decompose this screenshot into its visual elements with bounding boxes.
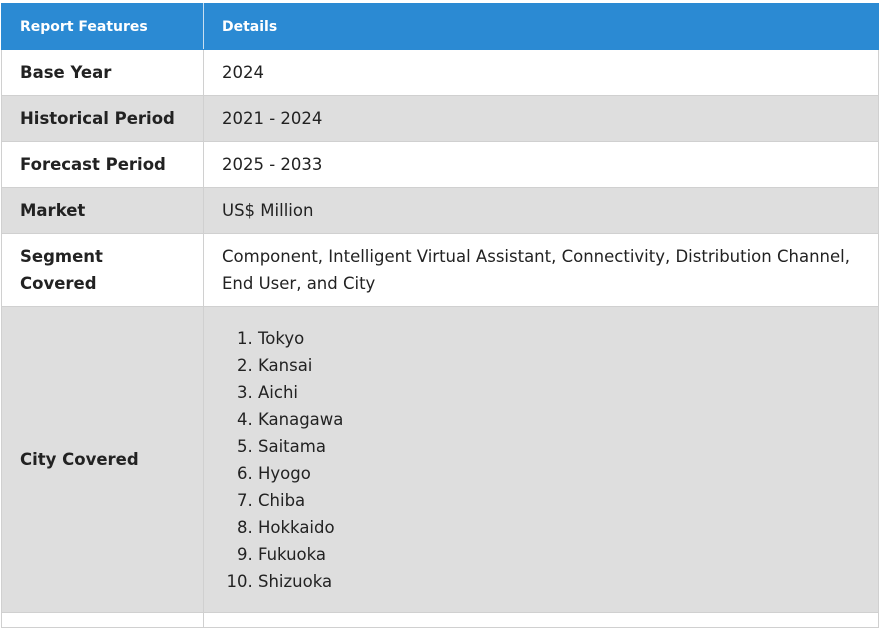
- list-item: Kanagawa: [258, 406, 860, 433]
- list-item: Shizuoka: [258, 568, 860, 595]
- list-item: Fukuoka: [258, 541, 860, 568]
- feature-cell: Forecast Period: [1, 141, 204, 188]
- report-features-table: Report Features Details Base Year 2024 H…: [1, 3, 879, 628]
- details-cell: US$ Million: [203, 187, 879, 234]
- feature-cell: Market: [1, 187, 204, 234]
- feature-cell: Segment Covered: [1, 233, 204, 307]
- table-row-city-covered: City Covered Tokyo Kansai Aichi Kanagawa…: [1, 306, 879, 613]
- table-row-forecast-period: Forecast Period 2025 - 2033: [1, 141, 879, 188]
- table-row-partial: [1, 612, 879, 628]
- feature-cell: City Covered: [1, 306, 204, 613]
- table-header-row: Report Features Details: [1, 3, 879, 50]
- list-item: Kansai: [258, 352, 860, 379]
- details-cell: [203, 612, 879, 628]
- list-item: Chiba: [258, 487, 860, 514]
- list-item: Hyogo: [258, 460, 860, 487]
- city-list: Tokyo Kansai Aichi Kanagawa Saitama Hyog…: [222, 325, 860, 595]
- feature-cell: Historical Period: [1, 95, 204, 142]
- details-cell: Component, Intelligent Virtual Assistant…: [203, 233, 879, 307]
- list-item: Hokkaido: [258, 514, 860, 541]
- feature-cell: Base Year: [1, 49, 204, 96]
- table-row-market: Market US$ Million: [1, 187, 879, 234]
- details-cell: 2021 - 2024: [203, 95, 879, 142]
- column-header-details: Details: [203, 3, 879, 50]
- details-cell: Tokyo Kansai Aichi Kanagawa Saitama Hyog…: [203, 306, 879, 613]
- list-item: Saitama: [258, 433, 860, 460]
- column-header-report-features: Report Features: [1, 3, 204, 50]
- details-cell: 2025 - 2033: [203, 141, 879, 188]
- list-item: Tokyo: [258, 325, 860, 352]
- feature-cell: [1, 612, 204, 628]
- details-cell: 2024: [203, 49, 879, 96]
- table-row-historical-period: Historical Period 2021 - 2024: [1, 95, 879, 142]
- table-row-segment-covered: Segment Covered Component, Intelligent V…: [1, 233, 879, 307]
- list-item: Aichi: [258, 379, 860, 406]
- table-row-base-year: Base Year 2024: [1, 49, 879, 96]
